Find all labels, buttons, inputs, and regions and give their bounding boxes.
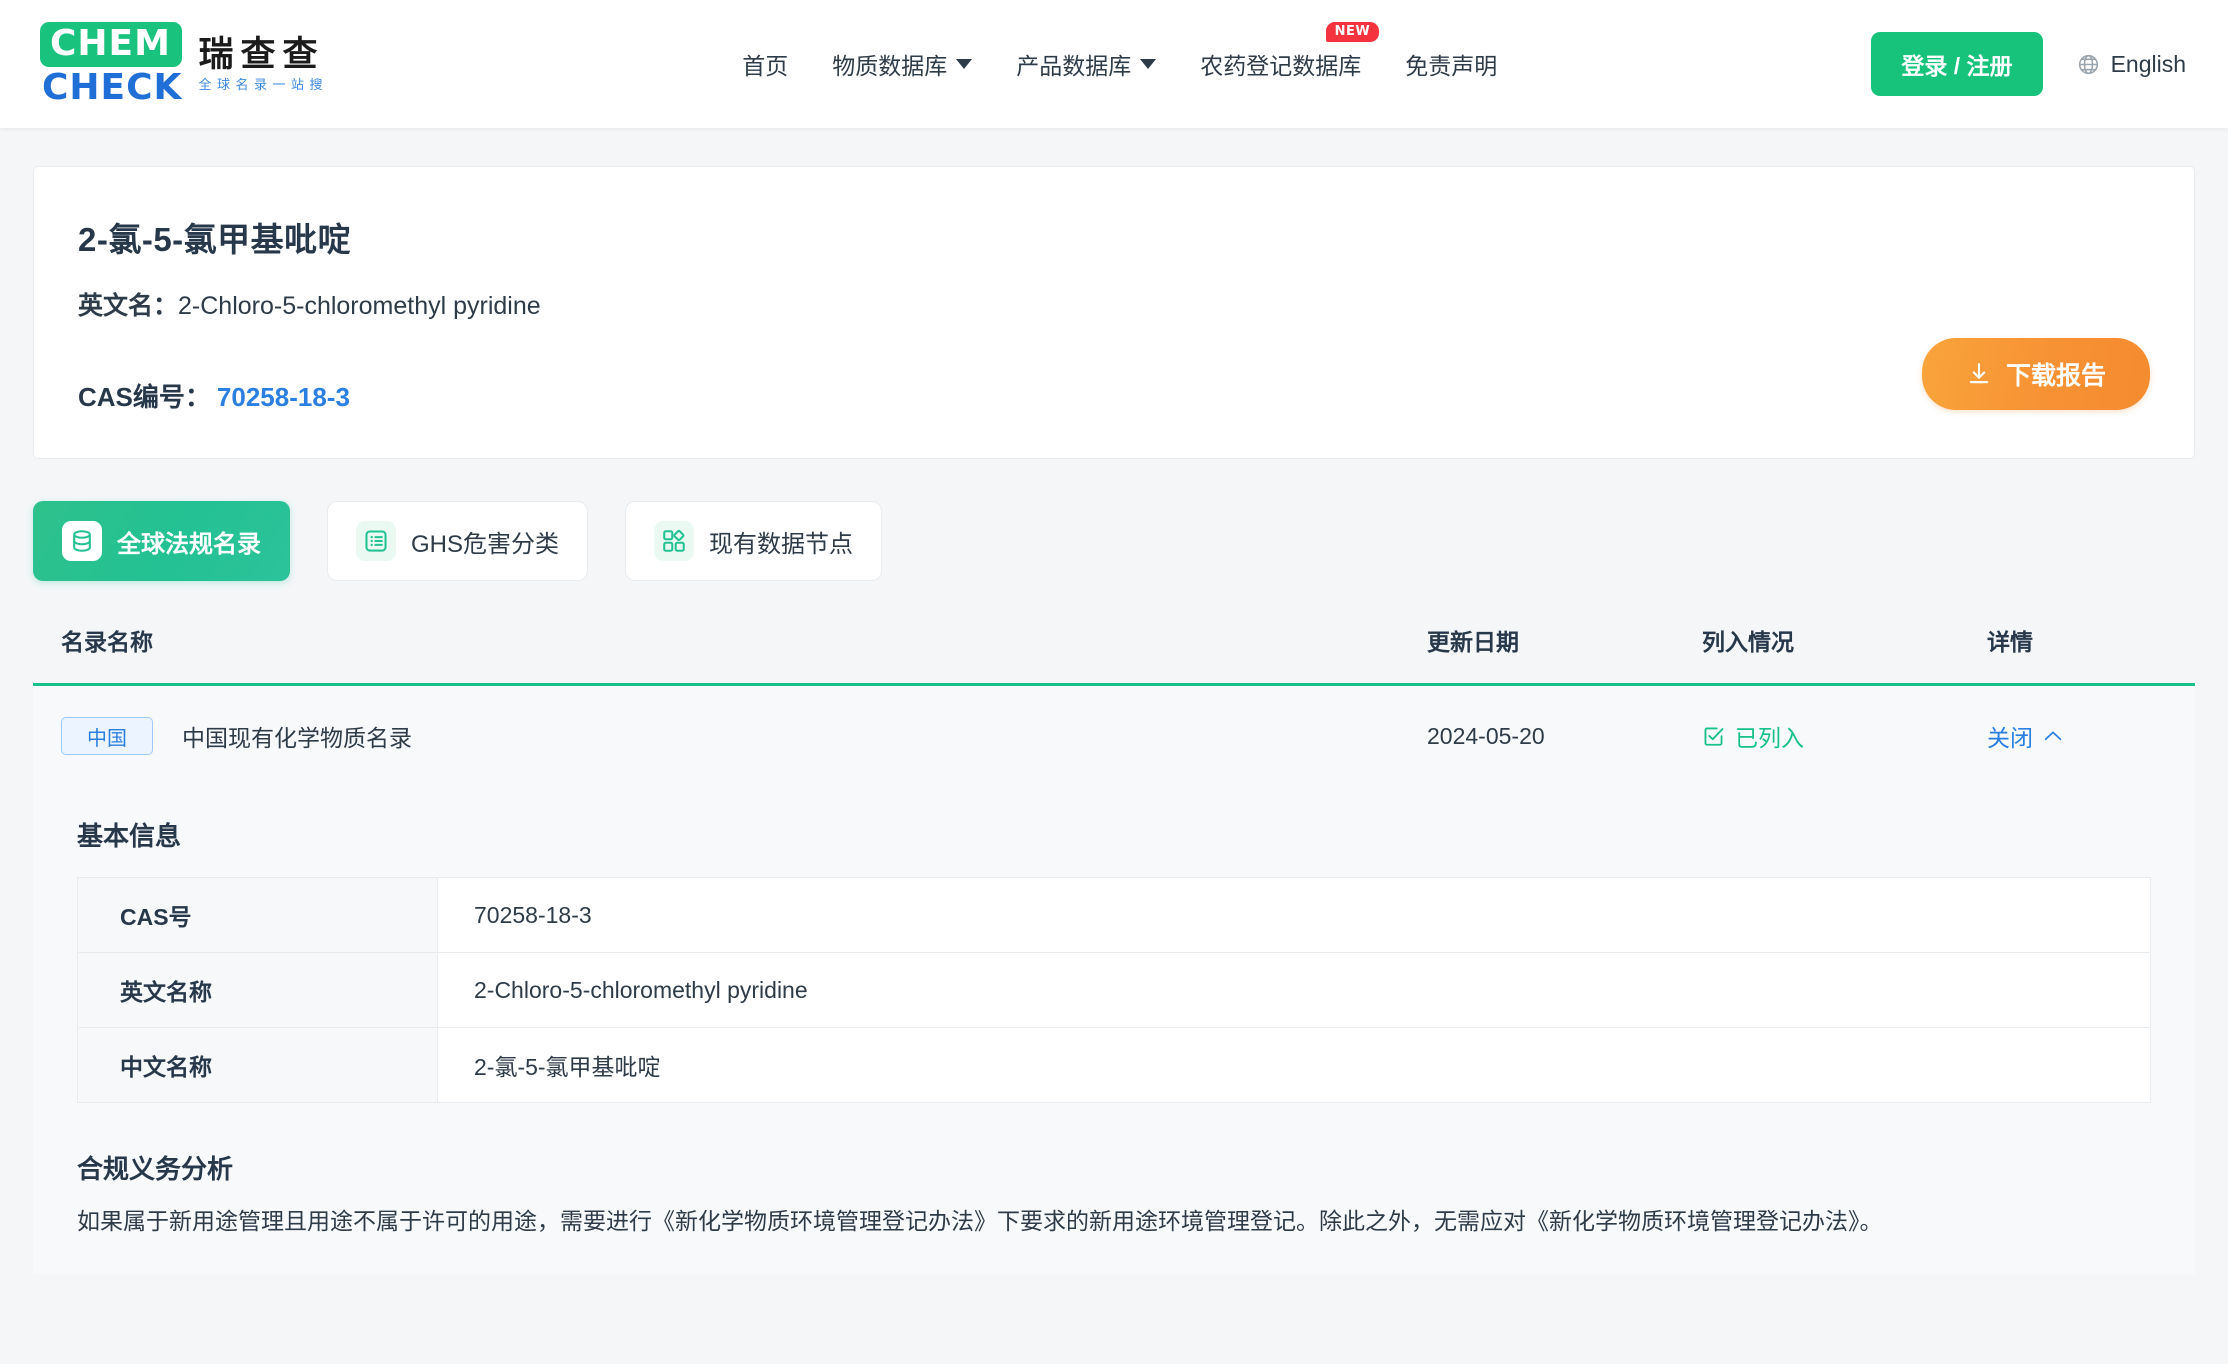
country-badge: 中国 (61, 717, 153, 755)
inventory-name: 中国现有化学物质名录 (182, 725, 412, 751)
logo-check-text: CHECK (42, 67, 183, 108)
compliance-analysis: 合规义务分析 如果属于新用途管理且用途不属于许可的用途，需要进行《新化学物质环境… (77, 1149, 2151, 1240)
compliance-analysis-title: 合规义务分析 (77, 1154, 234, 1184)
nav-item-product-db[interactable]: 产品数据库 (1016, 47, 1157, 81)
nav-item-home[interactable]: 首页 (742, 47, 788, 81)
tab-global-inventories[interactable]: 全球法规名录 (33, 501, 290, 581)
table-row[interactable]: 中国 中国现有化学物质名录 2024-05-20 已列入 关闭 (33, 686, 2195, 786)
nav-item-disclaimer[interactable]: 免责声明 (1405, 47, 1497, 81)
tab-existing-data-nodes[interactable]: 现有数据节点 (625, 501, 883, 581)
nav-item-label: 产品数据库 (1016, 53, 1132, 79)
download-report-label: 下载报告 (2005, 362, 2106, 390)
logo-tagline: 全球名录一站搜 (198, 76, 328, 92)
detail-toggle-label: 关闭 (1987, 725, 2033, 751)
inventory-name-cell: 中国 中国现有化学物质名录 (61, 717, 1427, 755)
tab-label: 全球法规名录 (117, 530, 261, 558)
login-register-button[interactable]: 登录 / 注册 (1871, 32, 2043, 96)
logo-mark: CHEM CHECK (40, 22, 183, 108)
info-row-chinese-name: 中文名称 2-氯-5-氯甲基吡啶 (77, 1027, 2151, 1103)
info-row-cas: CAS号 70258-18-3 (77, 877, 2151, 953)
nav-item-label: 农药登记数据库 (1200, 53, 1362, 79)
chevron-up-icon (2044, 731, 2062, 741)
table-header-row: 名录名称 更新日期 列入情况 详情 (33, 623, 2195, 686)
database-icon (62, 521, 102, 561)
database-icon-glyph (73, 530, 91, 552)
page-title: 2-氯-5-氯甲基吡啶 (78, 221, 352, 258)
new-badge: NEW (1325, 22, 1380, 42)
chevron-down-icon (956, 59, 973, 69)
substance-english-name: 英文名：2-Chloro-5-chloromethyl pyridine (78, 286, 2150, 322)
detail-toggle[interactable]: 关闭 (1987, 719, 2167, 753)
tab-ghs-classification[interactable]: GHS危害分类 (327, 501, 589, 581)
grid-icon-glyph (663, 529, 685, 552)
chevron-down-icon (1140, 59, 1157, 69)
info-value-chinese-name: 2-氯-5-氯甲基吡啶 (474, 1054, 661, 1080)
nav-item-label: 首页 (742, 53, 789, 79)
cas-label: CAS编号： (78, 382, 211, 412)
tab-label: GHS危害分类 (411, 530, 560, 558)
nav-item-substance-db[interactable]: 物质数据库 (832, 47, 973, 81)
nav-item-label: 物质数据库 (832, 53, 948, 79)
logo-chinese-name: 瑞查查 (198, 35, 325, 75)
info-value-english-name: 2-Chloro-5-chloromethyl pyridine (474, 976, 808, 1003)
site-logo[interactable]: CHEM CHECK 瑞查查 全球名录一站搜 (40, 22, 328, 106)
language-switcher[interactable]: English (2077, 51, 2186, 78)
nav-item-pesticide-db[interactable]: 农药登记数据库 NEW (1200, 22, 1380, 81)
list-icon-glyph (365, 530, 387, 552)
globe-icon (2078, 54, 2098, 74)
detail-panel: 基本信息 CAS号 70258-18-3 英文名称 2-Chloro-5-chl… (33, 786, 2195, 1274)
language-label: English (2110, 50, 2186, 77)
compliance-analysis-text: 如果属于新用途管理且用途不属于许可的用途，需要进行《新化学物质环境管理登记办法》… (77, 1208, 1883, 1234)
column-header-date: 更新日期 (1427, 629, 1519, 655)
cas-value: 70258-18-3 (216, 382, 350, 412)
basic-info-title: 基本信息 (77, 821, 182, 851)
header-actions: 登录 / 注册 English (1871, 32, 2186, 96)
page-content: 2-氯-5-氯甲基吡啶 英文名：2-Chloro-5-chloromethyl … (0, 128, 2228, 1274)
category-tabs: 全球法规名录 GHS危害分类 现有数据节点 (33, 501, 2195, 581)
logo-chem-text: CHEM (40, 22, 183, 67)
tab-label: 现有数据节点 (709, 530, 854, 558)
info-row-english-name: 英文名称 2-Chloro-5-chloromethyl pyridine (77, 952, 2151, 1028)
site-header: CHEM CHECK 瑞查查 全球名录一站搜 首页 物质数据库 产品数据库 农药… (0, 0, 2228, 128)
check-square-icon (1704, 727, 1724, 746)
info-label-cas: CAS号 (77, 877, 438, 953)
nav-item-label: 免责声明 (1405, 53, 1498, 79)
status-label: 已列入 (1735, 725, 1804, 751)
inventory-table: 名录名称 更新日期 列入情况 详情 中国 中国现有化学物质名录 2024-05-… (33, 623, 2195, 1274)
info-label-chinese-name: 中文名称 (77, 1027, 438, 1103)
column-header-detail: 详情 (1987, 629, 2033, 655)
download-report-button[interactable]: 下载报告 (1921, 338, 2150, 410)
substance-cas: CAS编号： 70258-18-3 (78, 377, 2150, 414)
status-badge: 已列入 (1702, 719, 1987, 753)
logo-chinese: 瑞查查 全球名录一站搜 (198, 35, 328, 92)
substance-summary-card: 2-氯-5-氯甲基吡啶 英文名：2-Chloro-5-chloromethyl … (33, 166, 2195, 459)
basic-info-table: CAS号 70258-18-3 英文名称 2-Chloro-5-chlorome… (77, 877, 2151, 1103)
update-date: 2024-05-20 (1427, 722, 1545, 749)
english-name-value: 2-Chloro-5-chloromethyl pyridine (178, 292, 541, 320)
list-icon (356, 521, 396, 561)
english-name-label: 英文名： (78, 292, 179, 320)
info-value-cas: 70258-18-3 (474, 901, 592, 928)
column-header-name: 名录名称 (61, 629, 153, 655)
download-icon (1969, 363, 1989, 384)
grid-icon (654, 521, 695, 561)
info-label-english-name: 英文名称 (77, 952, 438, 1028)
column-header-status: 列入情况 (1702, 629, 1794, 655)
main-nav: 首页 物质数据库 产品数据库 农药登记数据库 NEW 免责声明 (368, 22, 1871, 81)
